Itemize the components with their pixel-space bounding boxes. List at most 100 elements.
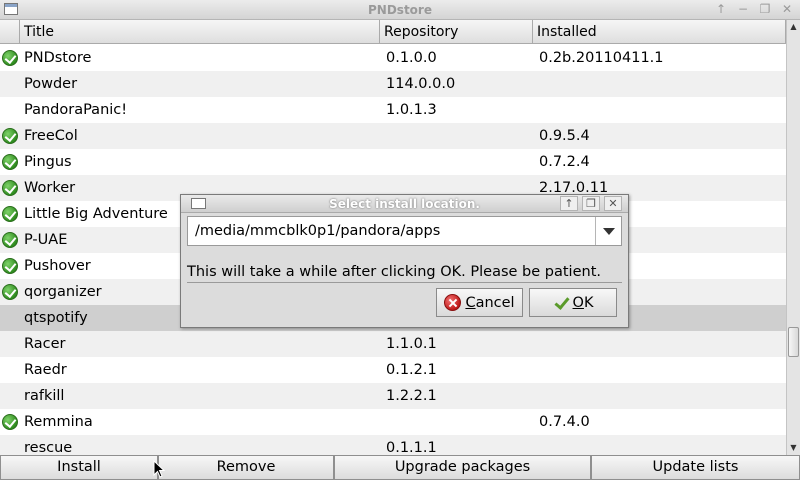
cell-installed [536,97,786,123]
installed-check-icon [2,284,18,300]
status-cell [0,123,20,149]
cell-title: FreeCol [24,128,78,144]
close-icon[interactable]: ✕ [780,2,794,17]
ok-button[interactable]: OK [529,288,617,317]
column-header-installed[interactable]: Installed [533,20,786,44]
status-cell [0,357,20,383]
status-cell [0,45,20,71]
cell-repository [383,123,536,149]
installed-check-icon [2,180,18,196]
shade-icon[interactable]: ↑ [714,2,728,17]
upgrade-packages-button[interactable]: Upgrade packages [334,455,591,480]
cell-repository: 1.0.1.3 [386,102,437,118]
status-cell [0,305,20,331]
scroll-up-icon[interactable]: ▲ [787,21,800,33]
cell-installed [536,357,786,383]
update-lists-button[interactable]: Update lists [591,455,800,480]
status-cell [0,253,20,279]
cell-title: Racer [24,336,66,352]
dialog-maximize-icon[interactable]: ❐ [582,196,600,211]
status-cell [0,97,20,123]
installed-check-icon [2,50,18,66]
status-cell [0,409,20,435]
minimize-icon[interactable]: − [736,2,750,17]
chevron-down-icon[interactable] [595,217,621,245]
cell-title: Raedr [24,362,67,378]
dialog-shade-icon[interactable]: ↑ [560,196,578,211]
table-row[interactable]: FreeCol 0.9.5.4 [0,123,786,149]
cell-installed: 0.2b.20110411.1 [539,50,664,66]
installed-check-icon [2,258,18,274]
status-cell [0,279,20,305]
cell-title: Pingus [24,154,72,170]
cell-installed: 0.9.5.4 [539,128,590,144]
table-row[interactable]: Raedr 0.1.2.1 [0,357,786,383]
table-row[interactable]: Powder 114.0.0.0 [0,71,786,97]
column-header-status[interactable] [0,20,20,44]
cell-repository [383,409,536,435]
cell-installed [536,331,786,357]
vertical-scrollbar[interactable]: ▲ ▼ [786,20,800,455]
cell-title: rafkill [24,388,65,404]
status-cell [0,201,20,227]
cell-title: PandoraPanic! [24,102,128,118]
cell-repository: 1.1.0.1 [386,336,437,352]
install-location-value: /media/mmcblk0p1/pandora/apps [195,223,441,239]
column-header-title[interactable]: Title [20,20,380,44]
ok-label: OK [572,294,594,311]
column-header-repository[interactable]: Repository [380,20,533,44]
cell-title: Powder [24,76,78,92]
install-button[interactable]: Install [0,455,158,480]
cell-repository: 1.2.2.1 [386,388,437,404]
installed-check-icon [2,206,18,222]
table-row[interactable]: Pingus 0.7.2.4 [0,149,786,175]
maximize-icon[interactable]: ❐ [758,2,772,17]
cancel-button[interactable]: Cancel [436,288,523,317]
status-cell [0,149,20,175]
dialog-message: This will take a while after clicking OK… [187,264,622,283]
remove-button[interactable]: Remove [158,455,334,480]
installed-check-icon [2,414,18,430]
status-cell [0,331,20,357]
action-bar: Install Remove Upgrade packages Update l… [0,455,800,480]
cancel-icon [444,294,462,311]
window-title: PNDstore [368,3,432,17]
table-row[interactable]: rafkill 1.2.2.1 [0,383,786,409]
cell-installed: 0.7.4.0 [539,414,590,430]
installed-check-icon [2,154,18,170]
cell-repository: 0.1.2.1 [386,362,437,378]
table-row[interactable]: PandoraPanic! 1.0.1.3 [0,97,786,123]
cell-installed [536,71,786,97]
status-cell [0,227,20,253]
cell-installed [536,435,786,455]
installed-check-icon [2,232,18,248]
table-row[interactable]: rescue 0.1.1.1 [0,435,786,455]
scroll-down-icon[interactable]: ▼ [787,442,800,454]
install-location-select[interactable]: /media/mmcblk0p1/pandora/apps [187,216,622,246]
cell-repository [383,149,536,175]
cell-repository: 0.1.1.1 [386,440,437,455]
status-cell [0,435,20,455]
cancel-label: Cancel [465,294,515,311]
table-header: Title Repository Installed [0,20,786,44]
mouse-cursor-icon [153,460,165,478]
install-location-dialog: Select install location. ↑ ❐ ✕ /media/mm… [180,194,629,328]
cell-title: Remmina [24,414,93,430]
table-row[interactable]: PNDstore 0.1.0.0 0.2b.20110411.1 [0,45,786,71]
window-titlebar: PNDstore ↑ − ❐ ✕ [0,0,800,20]
cell-repository: 0.1.0.0 [386,50,437,66]
status-cell [0,383,20,409]
checkmark-icon [553,295,569,311]
status-cell [0,175,20,201]
cell-installed [536,383,786,409]
table-row[interactable]: Remmina 0.7.4.0 [0,409,786,435]
scrollbar-thumb[interactable] [788,327,799,357]
cell-repository: 114.0.0.0 [386,76,456,92]
dialog-close-icon[interactable]: ✕ [604,196,622,211]
dialog-titlebar: Select install location. ↑ ❐ ✕ [181,195,628,213]
status-cell [0,71,20,97]
cell-title: PNDstore [24,50,92,66]
table-row[interactable]: Racer 1.1.0.1 [0,331,786,357]
cell-installed: 0.7.2.4 [539,154,590,170]
installed-check-icon [2,128,18,144]
